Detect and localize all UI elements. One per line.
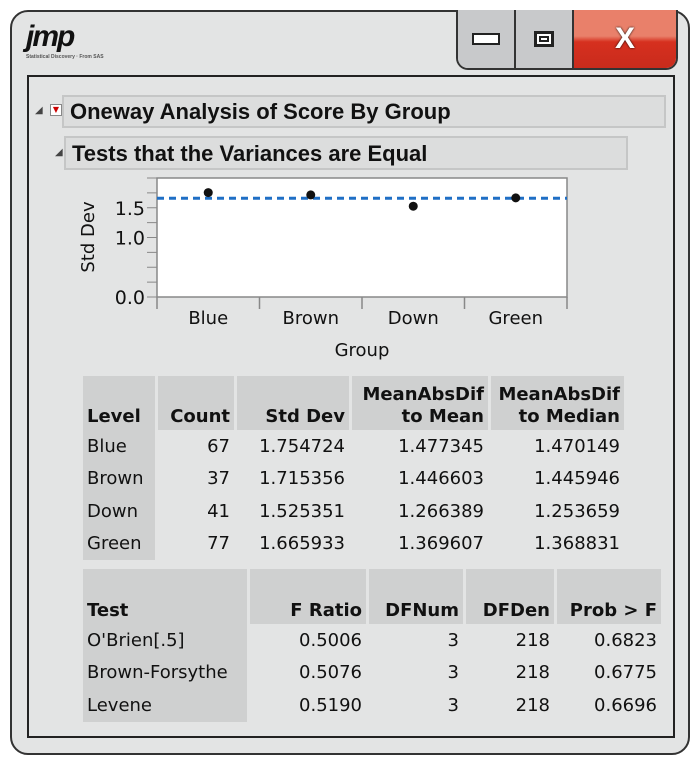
table-cell: 0.5006 <box>299 629 362 651</box>
x-axis-label: Group <box>335 340 390 361</box>
table-cell: 0.5190 <box>299 694 362 716</box>
column-header[interactable]: DFDen <box>466 569 554 624</box>
y-tick-label: 1.5 <box>115 198 145 220</box>
column-header[interactable]: Test <box>83 569 247 624</box>
table-cell: 1.446603 <box>398 468 484 490</box>
table-cell: 1.369607 <box>398 533 484 555</box>
y-axis-label: Std Dev <box>78 201 99 273</box>
table-cell: 77 <box>207 533 230 555</box>
table-cell: 0.5076 <box>299 662 362 684</box>
table-row: Green 77 1.665933 1.369607 1.368831 <box>83 527 624 560</box>
header-row: Level Count Std Dev MeanAbsDif to Mean MeanA… <box>83 376 624 430</box>
std-dev-table: Level Count Std Dev MeanAbsDif to Mean MeanA… <box>80 376 627 560</box>
disclosure-triangle-icon[interactable]: ◢ <box>35 105 43 116</box>
column-header[interactable]: DFNum <box>369 569 463 624</box>
table-cell: 1.715356 <box>259 468 345 490</box>
window-controls: X <box>456 10 678 70</box>
table-cell: 1.445946 <box>534 468 620 490</box>
table-cell: 67 <box>207 435 230 457</box>
data-point <box>408 201 418 211</box>
red-triangle-menu-icon[interactable]: ▼ <box>50 104 62 116</box>
logo-text: jmp <box>26 20 75 53</box>
table-cell: Green <box>83 527 155 560</box>
table-cell: Blue <box>83 430 155 463</box>
data-point <box>511 193 521 203</box>
column-header[interactable]: MeanAbsDif to Mean <box>352 376 488 430</box>
outline-header-oneway[interactable]: Oneway Analysis of Score By Group <box>62 95 666 128</box>
data-point <box>203 188 213 198</box>
disclosure-triangle-icon[interactable]: ◢ <box>55 147 63 158</box>
x-tick-label: Brown <box>283 308 340 329</box>
table-cell: 0.6823 <box>594 629 657 651</box>
table-cell: 3 <box>447 662 459 684</box>
table-cell: 41 <box>207 500 230 522</box>
header-row: Test F Ratio DFNum DFDen Prob > F <box>83 569 661 624</box>
minimize-button[interactable] <box>458 10 516 68</box>
close-button[interactable]: X <box>574 10 676 68</box>
table-cell: 37 <box>207 468 230 490</box>
tests-table: Test F Ratio DFNum DFDen Prob > F O'Brien[.5]… <box>80 569 664 722</box>
table-cell: 1.368831 <box>534 533 620 555</box>
table-cell: 1.266389 <box>398 500 484 522</box>
outline-header-variances[interactable]: Tests that the Variances are Equal <box>64 136 628 170</box>
table-cell: Brown-Forsythe <box>83 656 247 689</box>
table-row: Brown-Forsythe 0.5076 3 218 0.6775 <box>83 656 661 689</box>
close-icon: X <box>614 22 635 55</box>
y-tick-label: 1.0 <box>115 228 145 250</box>
x-tick-label: Down <box>388 308 439 329</box>
table-cell: 3 <box>447 629 459 651</box>
table-cell: 218 <box>515 629 550 651</box>
column-header[interactable]: MeanAbsDif to Median <box>491 376 624 430</box>
table-cell: 3 <box>447 694 459 716</box>
std-dev-chart: 0.0 1.0 1.5 Blue Brown Down Green Group Std Dev <box>78 177 568 361</box>
data-point <box>306 190 316 200</box>
column-header[interactable]: F Ratio <box>250 569 366 624</box>
table-cell: Brown <box>83 462 155 495</box>
column-header[interactable]: Std Dev <box>237 376 349 430</box>
table-cell: O'Brien[.5] <box>83 624 247 657</box>
table-cell: 0.6696 <box>594 694 657 716</box>
table-cell: Levene <box>83 689 247 722</box>
table-cell: 1.525351 <box>259 500 345 522</box>
table-cell: 218 <box>515 662 550 684</box>
table-cell: 218 <box>515 694 550 716</box>
jmp-logo: jmp Statistical Discovery · From SAS <box>26 20 104 60</box>
column-header[interactable]: Level <box>83 376 155 430</box>
minimize-icon <box>472 33 500 45</box>
x-tick-label: Green <box>488 308 543 329</box>
table-row: Down 41 1.525351 1.266389 1.253659 <box>83 495 624 528</box>
y-tick-label: 0.0 <box>115 287 145 309</box>
table-row: Levene 0.5190 3 218 0.6696 <box>83 689 661 722</box>
table-cell: 1.665933 <box>259 533 345 555</box>
table-cell: 1.470149 <box>534 435 620 457</box>
table-cell: 0.6775 <box>594 662 657 684</box>
table-cell: 1.253659 <box>534 500 620 522</box>
column-header[interactable]: Count <box>158 376 234 430</box>
table-row: Brown 37 1.715356 1.446603 1.445946 <box>83 462 624 495</box>
maximize-icon <box>534 31 554 47</box>
plot-frame <box>156 177 568 298</box>
table-cell: 1.754724 <box>259 435 345 457</box>
table-cell: 1.477345 <box>398 435 484 457</box>
table-cell: Down <box>83 495 155 528</box>
column-header[interactable]: Prob > F <box>557 569 661 624</box>
maximize-button[interactable] <box>516 10 574 68</box>
table-row: Blue 67 1.754724 1.477345 1.470149 <box>83 430 624 463</box>
x-tick-label: Blue <box>188 308 228 329</box>
logo-tagline: Statistical Discovery · From SAS <box>26 54 104 60</box>
table-row: O'Brien[.5] 0.5006 3 218 0.6823 <box>83 624 661 657</box>
